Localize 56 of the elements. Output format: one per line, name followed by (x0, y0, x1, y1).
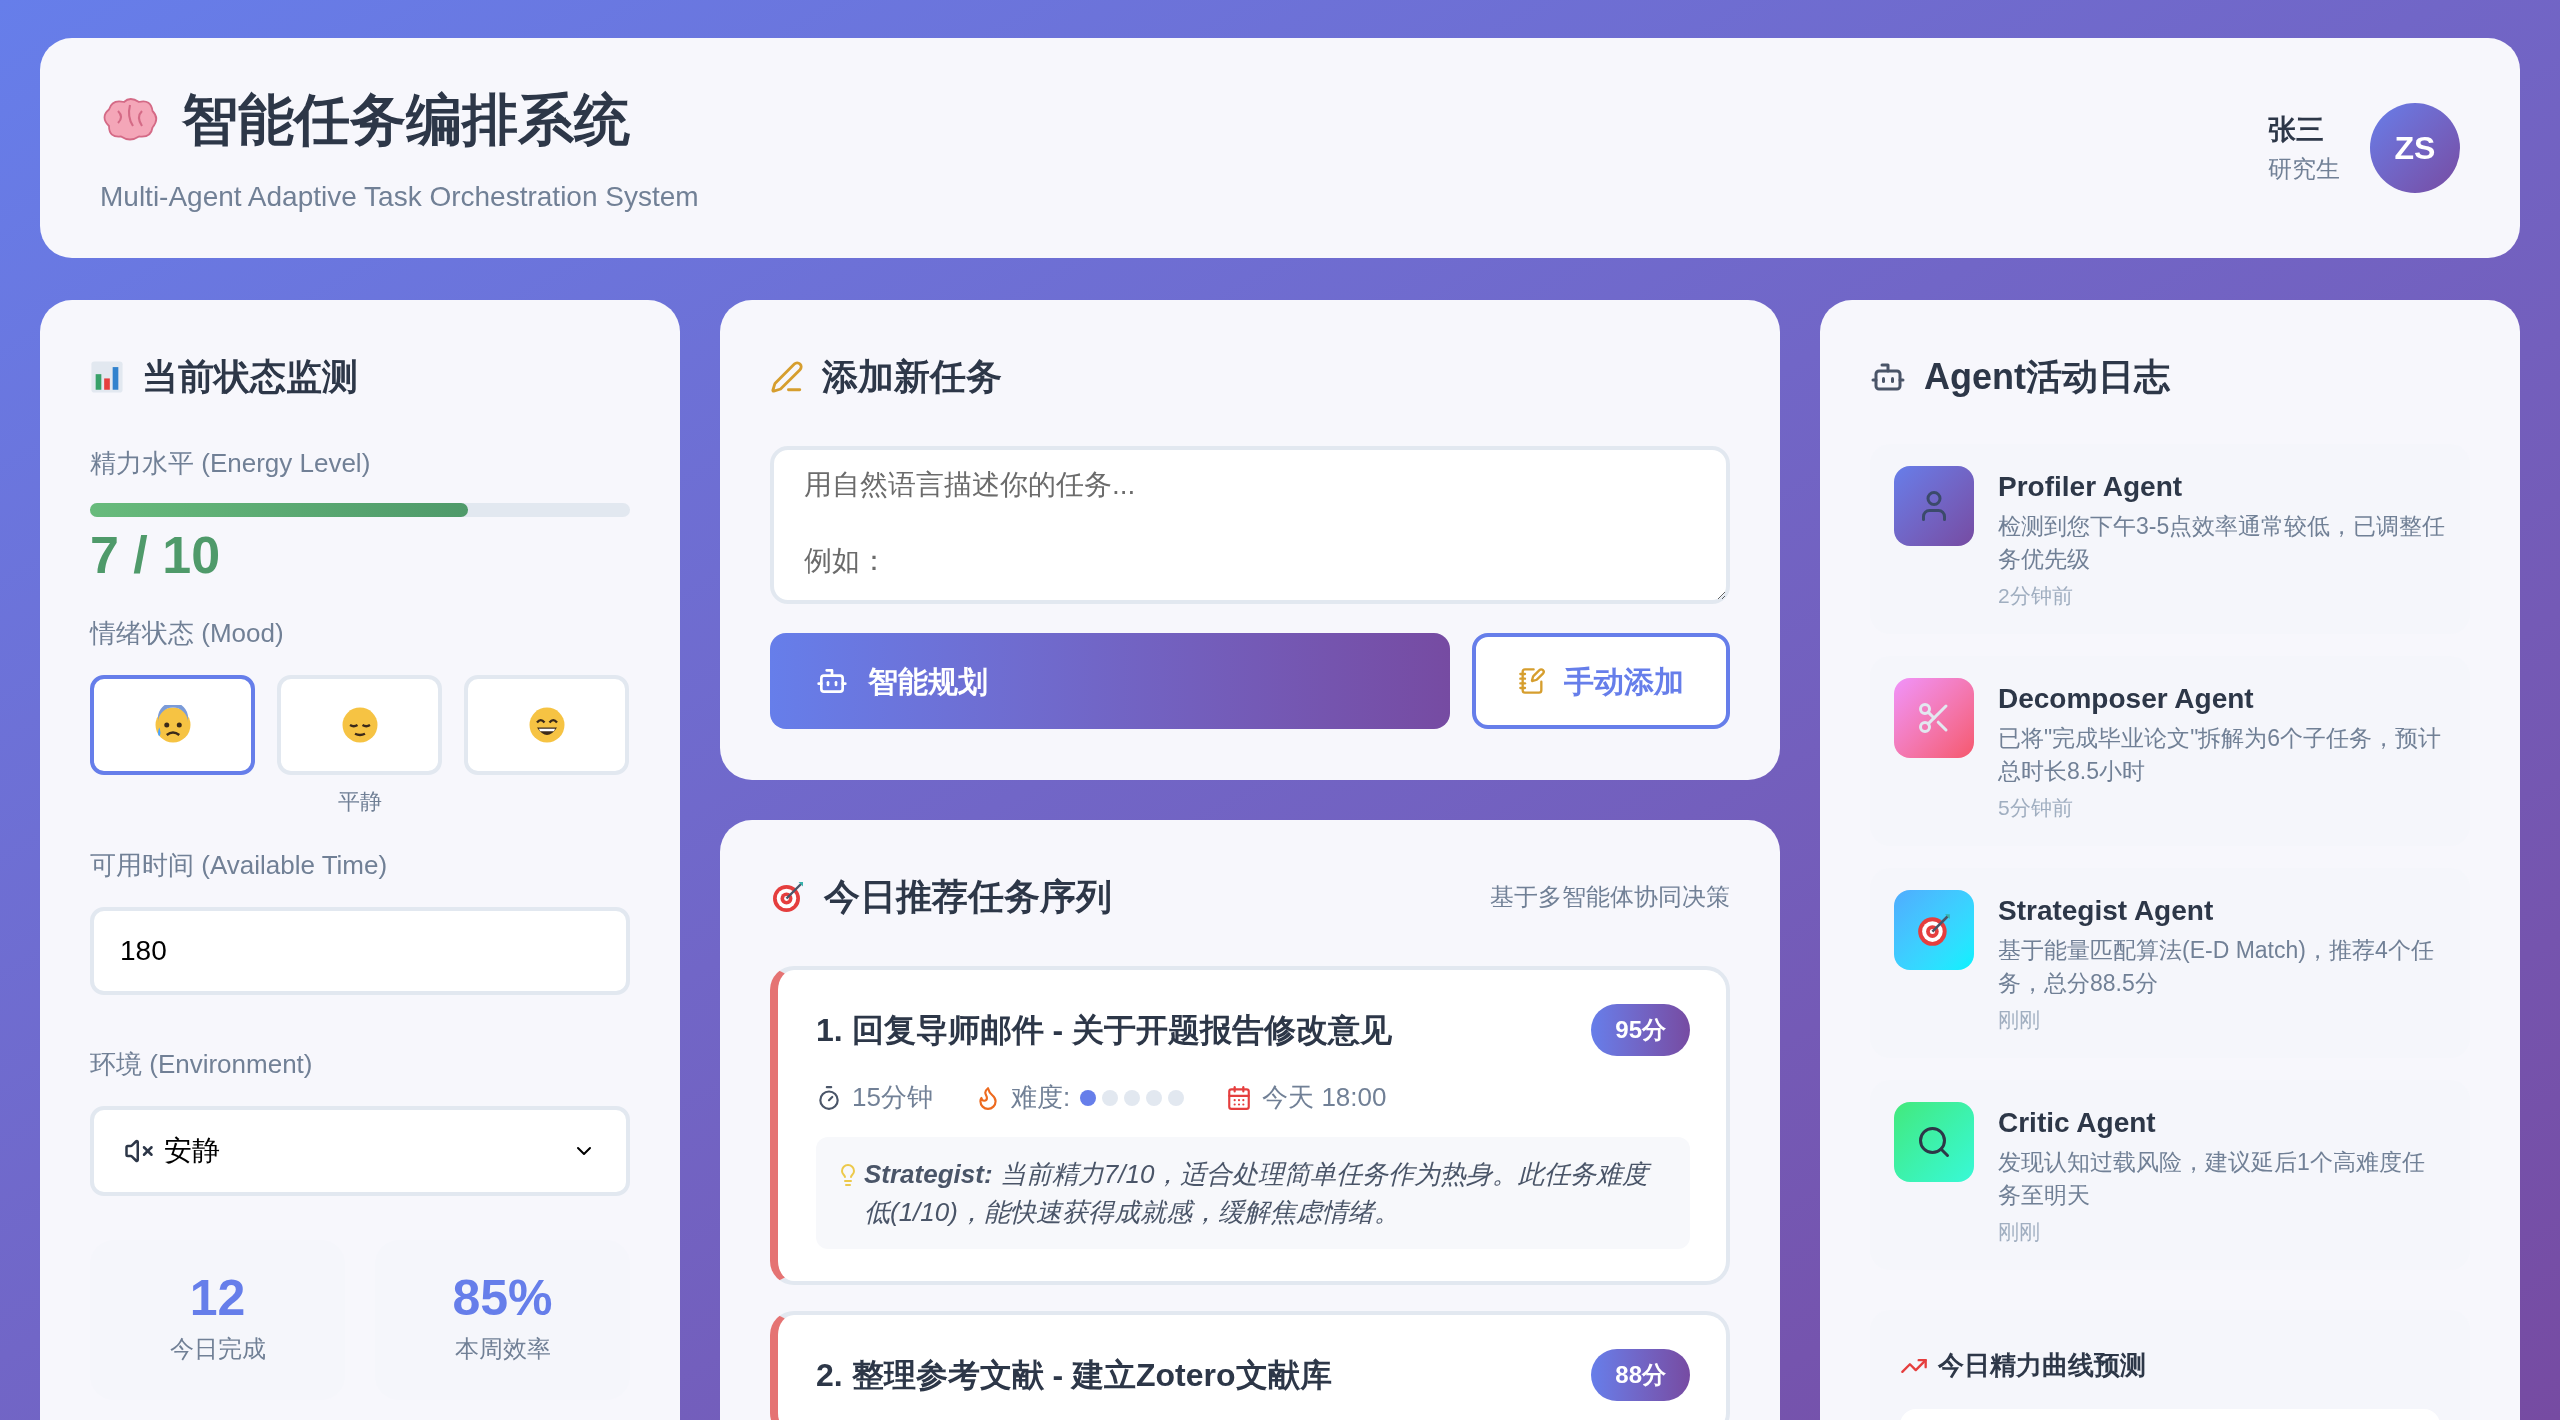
log-time: 2分钟前 (1998, 583, 2074, 609)
panel-title: Agent活动日志 (1924, 355, 2170, 399)
agent-name: Strategist Agent (1998, 894, 2215, 928)
agent-message: 检测到您下午3-5点效率通常较低，已调整任务优先级 (1998, 512, 2446, 574)
score-badge: 95分 (1591, 1004, 1690, 1056)
manual-add-button[interactable]: 手动添加 (1472, 633, 1730, 729)
app-title: 智能任务编排系统 (182, 87, 630, 153)
field-label: 可用时间 (Available Time) (90, 849, 389, 882)
field-label: 情绪状态 (Mood) (90, 617, 285, 650)
target-icon (770, 879, 806, 915)
search-icon (1916, 1124, 1952, 1160)
calendar-icon (1226, 1084, 1253, 1111)
log-time: 刚刚 (1998, 1219, 2041, 1245)
agent-message: 已将"完成毕业论文"拆解为6个子任务，预计总时长8.5小时 (1998, 724, 2443, 786)
task-deadline: 今天 18:00 (1262, 1081, 1387, 1114)
panel-title: 今日推荐任务序列 (824, 875, 1112, 919)
agent-name: Critic Agent (1998, 1106, 2157, 1140)
stat-value: 85% (452, 1273, 553, 1323)
user-role: 研究生 (2268, 154, 2340, 184)
task-card[interactable]: 1. 回复导师邮件 - 关于开题报告修改意见 95分 15分钟 难度: 今天 18:00 Strategist: 当前精力7/10，适合处理简单任务作为热身。此任务难度低(1/10)，能快速获得成就感，缓解焦虑情绪。 (770, 966, 1730, 1285)
user-name: 张三 (2268, 113, 2325, 147)
target-icon (1915, 911, 1953, 949)
field-label: 环境 (Environment) (90, 1048, 314, 1081)
agent-message: 发现认知过载风险，建议延后1个高难度任务至明天 (1998, 1148, 2426, 1210)
agent-name: Decomposer Agent (1998, 682, 2255, 716)
energy-reading: 7 / 10 (90, 525, 222, 586)
stat-label: 今日完成 (169, 1334, 266, 1364)
task-card[interactable]: 2. 整理参考文献 - 建立Zotero文献库 88分 (770, 1311, 1730, 1420)
task-title: 1. 回复导师邮件 - 关于开题报告修改意见 (816, 1011, 1392, 1050)
log-time: 5分钟前 (1998, 795, 2074, 821)
forecast-title: 今日精力曲线预测 (1938, 1349, 2146, 1382)
memo-icon (1518, 667, 1546, 695)
mood-button[interactable] (90, 675, 255, 775)
task-input[interactable]: 用自然语言描述你的任务... 例如： (770, 446, 1730, 604)
task-duration: 15分钟 (852, 1081, 933, 1114)
panel-title: 当前状态监测 (142, 355, 358, 399)
log-time: 刚刚 (1998, 1007, 2041, 1033)
stat-label: 本周效率 (454, 1334, 551, 1364)
field-label: 精力水平 (Energy Level) (90, 447, 372, 480)
agent-message: 基于能量匹配算法(E-D Match)，推荐4个任务，总分88.5分 (1998, 936, 2435, 998)
agent-name: Profiler Agent (1998, 470, 2184, 504)
app-subtitle: Multi-Agent Adaptive Task Orchestration System (100, 180, 699, 214)
user-avatar[interactable]: ZS (2370, 103, 2460, 193)
panel-note: 基于多智能体协同决策 (1490, 882, 1730, 912)
environment-select[interactable]: 安静 (90, 1106, 630, 1196)
mood-caption: 平静 (337, 788, 382, 816)
stopwatch-icon (816, 1084, 842, 1111)
bar-chart-icon (90, 360, 124, 394)
advice-text: Strategist: 当前精力7/10，适合处理简单任务作为热身。此任务难度低(1/10)，能快速获得成就感，缓解焦虑情绪。 (864, 1155, 1670, 1231)
panel-title: 添加新任务 (822, 355, 1002, 399)
time-input[interactable]: 180 (90, 907, 630, 995)
score-badge: 88分 (1591, 1349, 1690, 1401)
task-title: 2. 整理参考文献 - 建立Zotero文献库 (816, 1356, 1332, 1395)
stat-value: 12 (189, 1273, 246, 1323)
difficulty-label: 难度: (1010, 1081, 1071, 1114)
smart-plan-button[interactable]: 智能规划 (770, 633, 1450, 729)
